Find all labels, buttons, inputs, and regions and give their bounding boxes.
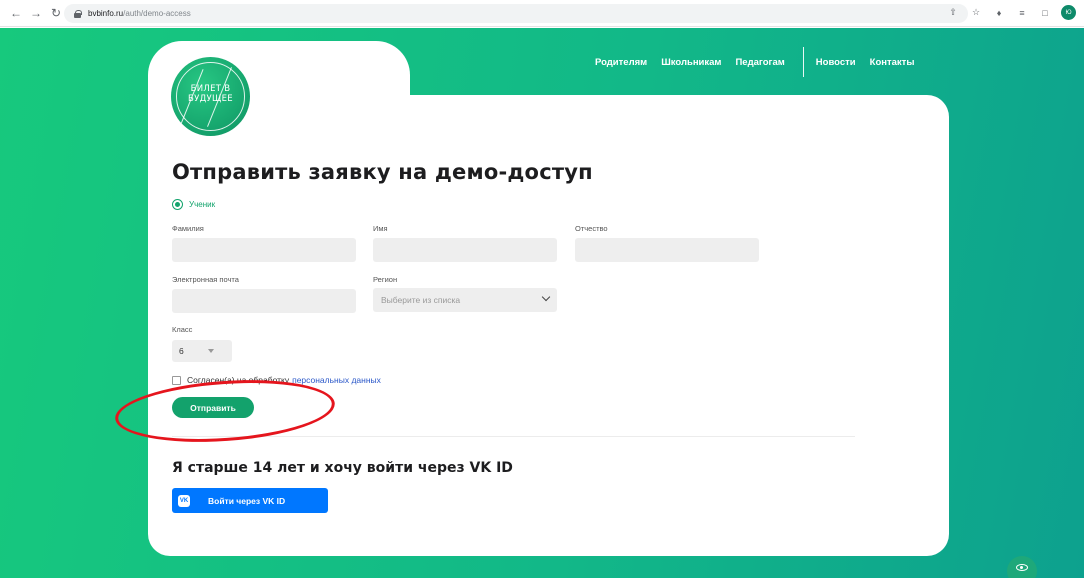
consent-checkbox[interactable] bbox=[172, 375, 181, 385]
nav-link-parents[interactable]: Родителям bbox=[595, 57, 647, 68]
consent-row: Согласен(а) на обработку персональных да… bbox=[172, 375, 381, 385]
chevron-down-icon bbox=[541, 292, 551, 302]
forward-icon[interactable]: → bbox=[26, 3, 46, 23]
back-icon[interactable]: ← bbox=[6, 3, 26, 23]
extensions-icon[interactable]: ♦ bbox=[992, 6, 1006, 20]
section-divider bbox=[172, 436, 855, 437]
dropdown-arrow-icon bbox=[208, 349, 214, 353]
patronymic-input[interactable] bbox=[575, 238, 759, 262]
logo-text-line2: БУДУЩЕЕ bbox=[188, 94, 233, 104]
nav-link-contacts[interactable]: Контакты bbox=[870, 57, 915, 68]
region-placeholder: Выберите из списка bbox=[381, 295, 461, 305]
first-name-label: Имя bbox=[373, 224, 388, 233]
last-name-input[interactable] bbox=[172, 238, 356, 262]
role-radio[interactable]: Ученик bbox=[172, 199, 215, 210]
browser-toolbar: ← → ↻ bvbinfo.ru/auth/demo-access ⇧ ☆ ♦ … bbox=[0, 0, 1084, 27]
browser-actions: ⇧ ☆ ♦ ≡ □ Ю bbox=[946, 5, 1076, 20]
eye-icon bbox=[1016, 564, 1028, 571]
submit-button[interactable]: Отправить bbox=[172, 397, 254, 418]
nav-link-news[interactable]: Новости bbox=[816, 57, 856, 68]
logo-text-line1: БИЛЕТ В bbox=[190, 84, 231, 94]
vk-button-label: Войти через VK ID bbox=[208, 495, 286, 506]
radio-selected-icon[interactable] bbox=[172, 199, 183, 210]
url-text: bvbinfo.ru/auth/demo-access bbox=[88, 9, 191, 18]
region-select[interactable]: Выберите из списка bbox=[373, 288, 557, 312]
region-label: Регион bbox=[373, 275, 398, 284]
address-bar[interactable]: bvbinfo.ru/auth/demo-access bbox=[64, 4, 968, 23]
logo[interactable]: БИЛЕТ В БУДУЩЕЕ bbox=[171, 57, 250, 136]
vk-logo-icon: VK bbox=[178, 494, 190, 507]
nav-separator bbox=[802, 47, 804, 77]
nav-link-teachers[interactable]: Педагогам bbox=[735, 57, 784, 68]
reload-icon[interactable]: ↻ bbox=[46, 3, 66, 23]
star-icon[interactable]: ☆ bbox=[969, 6, 983, 20]
patronymic-label: Отчество bbox=[575, 224, 608, 233]
reading-list-icon[interactable]: ≡ bbox=[1015, 6, 1029, 20]
nav-link-students[interactable]: Школьникам bbox=[661, 57, 721, 68]
first-name-input[interactable] bbox=[373, 238, 557, 262]
class-select[interactable]: 6 bbox=[172, 340, 232, 362]
top-nav: Родителям Школьникам Педагогам Новости К… bbox=[595, 47, 928, 77]
side-panel-icon[interactable]: □ bbox=[1038, 6, 1052, 20]
email-label: Электронная почта bbox=[172, 275, 239, 284]
email-input[interactable] bbox=[172, 289, 356, 313]
class-value: 6 bbox=[179, 346, 184, 356]
lock-icon[interactable] bbox=[74, 9, 82, 18]
vk-login-button[interactable]: VK Войти через VK ID bbox=[172, 488, 328, 513]
last-name-label: Фамилия bbox=[172, 224, 204, 233]
profile-avatar[interactable]: Ю bbox=[1061, 5, 1076, 20]
role-label: Ученик bbox=[189, 200, 216, 209]
share-icon[interactable]: ⇧ bbox=[946, 6, 960, 20]
page-title: Отправить заявку на демо-доступ bbox=[172, 160, 593, 184]
accessibility-button[interactable] bbox=[1007, 556, 1037, 578]
personal-data-link[interactable]: персональных данных bbox=[292, 375, 381, 385]
consent-text: Согласен(а) на обработку bbox=[187, 375, 290, 385]
vk-heading: Я старше 14 лет и хочу войти через VK ID bbox=[172, 460, 513, 476]
class-label: Класс bbox=[172, 325, 193, 334]
